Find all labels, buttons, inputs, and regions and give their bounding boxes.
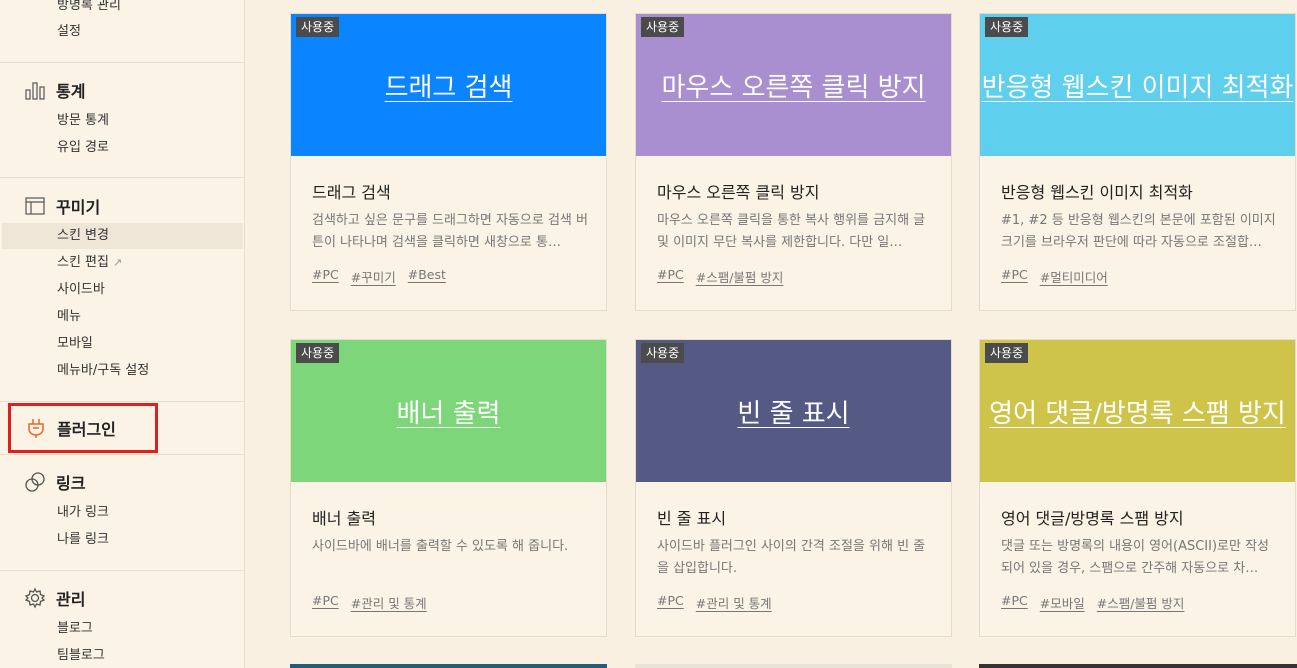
in-use-badge: 사용중 (641, 343, 685, 363)
sidebar-head-label: 플러그인 (57, 420, 116, 439)
plugin-tags: #PC #스팸/불펌 방지 (657, 267, 783, 286)
in-use-badge: 사용중 (641, 17, 685, 37)
sidebar-item-referrer[interactable]: 유입 경로 (57, 138, 109, 158)
plugin-thumbnail[interactable]: 빈 줄 표시 사용중 (636, 340, 951, 482)
sidebar-item-team-blog[interactable]: 팀블로그 (57, 646, 105, 666)
plugin-description: 마우스 오른쪽 클릭을 통한 복사 행위를 금지해 글 및 이미지 무단 복사를… (657, 213, 926, 250)
card-edge (635, 664, 952, 668)
sidebar-item-label: 스킨 편집 (57, 255, 109, 270)
layout-icon (24, 195, 46, 217)
plugin-tag[interactable]: #PC (1001, 593, 1028, 612)
sidebar-item-sidebar[interactable]: 사이드바 (57, 280, 105, 300)
plugin-tag[interactable]: #스팸/불펌 방지 (1097, 593, 1185, 612)
sidebar-item-skin-change[interactable]: 스킨 변경 (2, 223, 243, 249)
plugin-title[interactable]: 드래그 검색 (312, 179, 391, 203)
sidebar-head-label: 꾸미기 (56, 198, 101, 217)
plugin-tags: #PC #모바일 #스팸/불펌 방지 (1001, 593, 1184, 612)
plugin-tag[interactable]: #PC (312, 593, 339, 612)
link-icon (24, 471, 46, 493)
plugin-card[interactable]: 마우스 오른쪽 클릭 방지 사용중 마우스 오른쪽 클릭 방지 마우스 오른쪽 … (635, 13, 952, 311)
card-edge (979, 664, 1297, 668)
plugin-tags: #PC #멀티미디어 (1001, 267, 1108, 286)
sidebar-head-plugin[interactable]: 플러그인 (8, 403, 158, 453)
plugin-title[interactable]: 반응형 웹스킨 이미지 최적화 (1001, 179, 1193, 203)
plugin-tag[interactable]: #Best (408, 267, 446, 286)
sidebar-head-label: 관리 (56, 590, 86, 609)
plugin-thumbnail[interactable]: 드래그 검색 사용중 (291, 14, 606, 156)
sidebar-divider (0, 454, 244, 455)
sidebar-item-link-me[interactable]: 나를 링크 (57, 530, 109, 550)
sidebar-divider (0, 570, 244, 571)
sidebar-item-visit-stats[interactable]: 방문 통계 (57, 111, 109, 131)
plugin-title[interactable]: 영어 댓글/방명록 스팸 방지 (1001, 505, 1184, 529)
plugin-tag[interactable]: #PC (657, 593, 684, 612)
plugin-description: 사이드바에 배너를 출력할 수 있도록 해 줍니다. (312, 539, 569, 554)
plugin-thumbnail[interactable]: 배너 출력 사용중 (291, 340, 606, 482)
plugin-card[interactable]: 드래그 검색 사용중 드래그 검색 검색하고 싶은 문구를 드래그하면 자동으로… (290, 13, 607, 311)
plugin-title[interactable]: 빈 줄 표시 (657, 505, 726, 529)
sidebar-divider (0, 62, 244, 63)
card-edge (290, 664, 607, 668)
plugin-card[interactable]: 반응형 웹스킨 이미지 최적화 사용중 반응형 웹스킨 이미지 최적화 #1, … (979, 13, 1296, 311)
plugin-tag[interactable]: #스팸/불펌 방지 (696, 267, 784, 286)
sidebar-item-guestbook[interactable]: 방명록 관리 (57, 0, 121, 16)
plugin-thumbnail[interactable]: 마우스 오른쪽 클릭 방지 사용중 (636, 14, 951, 156)
plugin-description: 댓글 또는 방명록의 내용이 영어(ASCII)로만 작성되어 있을 경우, 스… (1001, 539, 1270, 576)
external-link-icon: ↗ (112, 256, 123, 269)
plugin-title[interactable]: 배너 출력 (312, 505, 376, 529)
sidebar: 방명록 관리 설정 통계 방문 통계 유입 경로 꾸미기 스킨 변경 스킨 편집… (0, 0, 245, 668)
plugin-card[interactable]: 영어 댓글/방명록 스팸 방지 사용중 영어 댓글/방명록 스팸 방지 댓글 또… (979, 339, 1296, 637)
plugin-description: #1, #2 등 반응형 웹스킨의 본문에 포함된 이미지 크기를 브라우저 판… (1001, 213, 1276, 250)
plugin-description: 사이드바 플러그인 사이의 간격 조절을 위해 빈 줄을 삽입합니다. (657, 539, 926, 576)
plugin-description: 검색하고 싶은 문구를 드래그하면 자동으로 검색 버튼이 나타나며 검색을 클… (312, 213, 588, 250)
plugin-thumbnail[interactable]: 영어 댓글/방명록 스팸 방지 사용중 (980, 340, 1295, 482)
sidebar-head-decorate[interactable]: 꾸미기 (24, 193, 100, 219)
plugin-tags: #PC #관리 및 통계 (657, 593, 772, 612)
bar-chart-icon (24, 79, 46, 101)
plugin-tag[interactable]: #관리 및 통계 (351, 593, 427, 612)
sidebar-divider (0, 177, 244, 178)
sidebar-item-settings[interactable]: 설정 (57, 22, 81, 42)
plugin-tag[interactable]: #PC (312, 267, 339, 286)
in-use-badge: 사용중 (296, 17, 340, 37)
plugin-card[interactable]: 빈 줄 표시 사용중 빈 줄 표시 사이드바 플러그인 사이의 간격 조절을 위… (635, 339, 952, 637)
plugin-tag[interactable]: #관리 및 통계 (696, 593, 772, 612)
sidebar-head-link[interactable]: 링크 (24, 469, 85, 495)
sidebar-head-label: 통계 (56, 82, 86, 101)
sidebar-item-menu[interactable]: 메뉴 (57, 307, 81, 327)
plugin-tag[interactable]: #모바일 (1040, 593, 1085, 612)
plugin-tag[interactable]: #꾸미기 (351, 267, 396, 286)
sidebar-item-blog[interactable]: 블로그 (57, 619, 93, 639)
sidebar-divider (0, 401, 244, 402)
plugin-card[interactable]: 배너 출력 사용중 배너 출력 사이드바에 배너를 출력할 수 있도록 해 줍니… (290, 339, 607, 637)
gear-icon (24, 587, 46, 609)
in-use-badge: 사용중 (985, 17, 1029, 37)
plugin-title[interactable]: 마우스 오른쪽 클릭 방지 (657, 179, 819, 203)
plug-icon (25, 417, 47, 439)
plugin-thumbnail[interactable]: 반응형 웹스킨 이미지 최적화 사용중 (980, 14, 1295, 156)
sidebar-item-mobile[interactable]: 모바일 (57, 334, 93, 354)
plugin-tags: #PC #꾸미기 #Best (312, 267, 446, 286)
sidebar-head-label: 링크 (56, 474, 86, 493)
plugin-tag[interactable]: #PC (657, 267, 684, 286)
sidebar-item-skin-edit[interactable]: 스킨 편집 ↗ (57, 253, 122, 273)
plugin-tag[interactable]: #PC (1001, 267, 1028, 286)
plugin-tag[interactable]: #멀티미디어 (1040, 267, 1108, 286)
plugin-tags: #PC #관리 및 통계 (312, 593, 427, 612)
sidebar-head-manage[interactable]: 관리 (24, 585, 85, 611)
in-use-badge: 사용중 (296, 343, 340, 363)
sidebar-item-menubar[interactable]: 메뉴바/구독 설정 (57, 361, 149, 381)
sidebar-head-stats[interactable]: 통계 (24, 77, 85, 103)
sidebar-item-my-link[interactable]: 내가 링크 (57, 503, 109, 523)
in-use-badge: 사용중 (985, 343, 1029, 363)
